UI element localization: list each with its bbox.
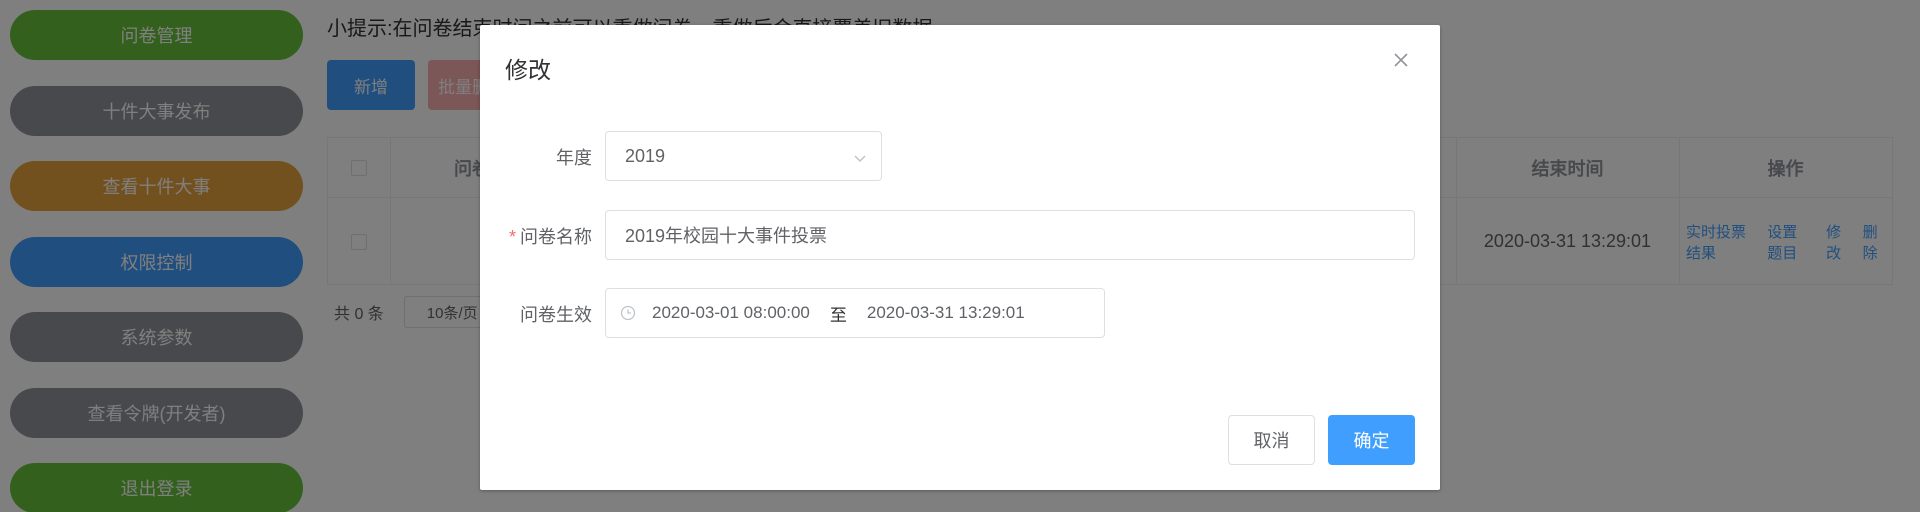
cancel-button[interactable]: 取消	[1228, 415, 1315, 465]
name-label-text: 问卷名称	[520, 227, 592, 247]
confirm-button[interactable]: 确定	[1328, 415, 1415, 465]
year-select[interactable]: 2019	[605, 131, 882, 181]
start-date[interactable]: 2020-03-01 08:00:00	[652, 303, 810, 323]
date-range-picker[interactable]: 2020-03-01 08:00:00 至 2020-03-31 13:29:0…	[605, 288, 1105, 338]
valid-period-label: 问卷生效	[520, 305, 592, 325]
name-input[interactable]: 2019年校园十大事件投票	[605, 210, 1415, 260]
year-value: 2019	[625, 145, 666, 166]
required-asterisk: *	[508, 227, 516, 247]
close-icon[interactable]	[1392, 51, 1410, 69]
clock-icon	[620, 305, 636, 321]
name-input-value: 2019年校园十大事件投票	[625, 226, 828, 246]
dialog-title: 修改	[505, 57, 551, 83]
range-separator: 至	[829, 305, 847, 325]
edit-dialog: 修改 年度 2019 * 问卷名称 2019年校园十大事件投票 问卷生效 2020…	[480, 25, 1440, 490]
year-label: 年度	[556, 148, 592, 168]
chevron-down-icon	[853, 149, 867, 170]
end-date[interactable]: 2020-03-31 13:29:01	[867, 303, 1025, 323]
name-label: * 问卷名称	[480, 223, 592, 249]
